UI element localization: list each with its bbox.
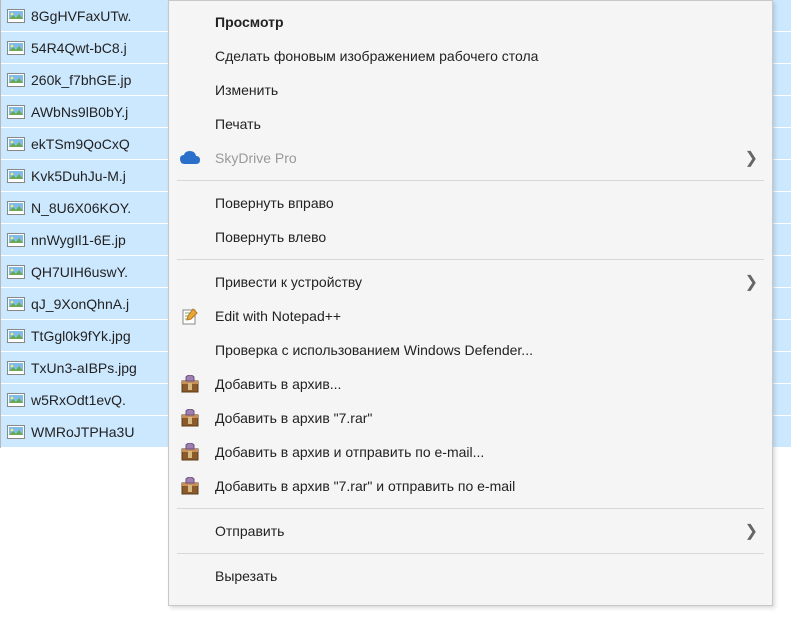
menu-item-skydrive[interactable]: SkyDrive Pro ❯: [169, 141, 772, 175]
menu-item-cast[interactable]: Привести к устройству ❯: [169, 265, 772, 299]
notepad-icon: [179, 305, 201, 327]
menu-item-add-email[interactable]: Добавить в архив и отправить по e-mail..…: [169, 435, 772, 469]
menu-item-edit[interactable]: Изменить: [169, 73, 772, 107]
menu-item-set-bg[interactable]: Сделать фоновым изображением рабочего ст…: [169, 39, 772, 73]
file-name: qJ_9XonQhnA.j: [31, 296, 129, 312]
menu-label: Добавить в архив "7.rar" и отправить по …: [215, 478, 515, 494]
menu-item-add-7rar-email[interactable]: Добавить в архив "7.rar" и отправить по …: [169, 469, 772, 503]
winrar-icon: [179, 475, 201, 497]
image-file-icon: [7, 9, 25, 23]
menu-label: Добавить в архив и отправить по e-mail..…: [215, 444, 484, 460]
menu-label: Отправить: [215, 523, 284, 539]
menu-label: К: [215, 593, 223, 594]
file-name: 54R4Qwt-bC8.j: [31, 40, 127, 56]
chevron-right-icon: ❯: [745, 148, 758, 168]
image-file-icon: [7, 169, 25, 183]
separator: [177, 180, 764, 181]
file-name: AWbNs9lB0bY.j: [31, 104, 128, 120]
image-file-icon: [7, 393, 25, 407]
menu-label: Изменить: [215, 82, 278, 98]
file-name: N_8U6X06KOY.: [31, 200, 131, 216]
file-name: TxUn3-aIBPs.jpg: [31, 360, 137, 376]
menu-label: Добавить в архив "7.rar": [215, 410, 372, 426]
menu-label: Вырезать: [215, 568, 277, 584]
image-file-icon: [7, 265, 25, 279]
menu-label: Повернуть вправо: [215, 195, 334, 211]
image-file-icon: [7, 233, 25, 247]
menu-label: Сделать фоновым изображением рабочего ст…: [215, 48, 538, 64]
image-file-icon: [7, 297, 25, 311]
menu-label: SkyDrive Pro: [215, 150, 297, 166]
menu-item-cut[interactable]: Вырезать: [169, 559, 772, 593]
file-name: 8GgHVFaxUTw.: [31, 8, 131, 24]
file-name: w5RxOdt1evQ.: [31, 392, 126, 408]
menu-label: Привести к устройству: [215, 274, 362, 290]
winrar-icon: [179, 373, 201, 395]
image-file-icon: [7, 73, 25, 87]
winrar-icon: [179, 441, 201, 463]
menu-item-send[interactable]: Отправить ❯: [169, 514, 772, 548]
menu-label: Повернуть влево: [215, 229, 326, 245]
file-name: TtGgl0k9fYk.jpg: [31, 328, 131, 344]
menu-item-view[interactable]: Просмотр: [169, 5, 772, 39]
file-name: WMRoJTPHa3U: [31, 424, 134, 440]
image-file-icon: [7, 105, 25, 119]
file-name: nnWygIl1-6E.jp: [31, 232, 126, 248]
menu-item-copy-partial[interactable]: К: [169, 593, 772, 601]
menu-item-add-7rar[interactable]: Добавить в архив "7.rar": [169, 401, 772, 435]
chevron-right-icon: ❯: [745, 521, 758, 541]
image-file-icon: [7, 201, 25, 215]
file-name: Kvk5DuhJu-M.j: [31, 168, 126, 184]
image-file-icon: [7, 41, 25, 55]
separator: [177, 259, 764, 260]
winrar-icon: [179, 407, 201, 429]
menu-item-defender[interactable]: Проверка с использованием Windows Defend…: [169, 333, 772, 367]
separator: [177, 553, 764, 554]
menu-item-print[interactable]: Печать: [169, 107, 772, 141]
file-name: ekTSm9QoCxQ: [31, 136, 130, 152]
menu-label: Просмотр: [215, 14, 284, 30]
file-name: 260k_f7bhGE.jp: [31, 72, 131, 88]
file-name: QH7UIH6uswY.: [31, 264, 128, 280]
image-file-icon: [7, 361, 25, 375]
menu-item-rotate-left[interactable]: Повернуть влево: [169, 220, 772, 254]
menu-label: Печать: [215, 116, 261, 132]
menu-item-rotate-right[interactable]: Повернуть вправо: [169, 186, 772, 220]
menu-item-notepad[interactable]: Edit with Notepad++: [169, 299, 772, 333]
menu-label: Добавить в архив...: [215, 376, 341, 392]
context-menu: Просмотр Сделать фоновым изображением ра…: [168, 0, 773, 606]
cloud-icon: [179, 147, 201, 169]
menu-label: Проверка с использованием Windows Defend…: [215, 342, 533, 358]
chevron-right-icon: ❯: [745, 272, 758, 292]
separator: [177, 508, 764, 509]
image-file-icon: [7, 137, 25, 151]
image-file-icon: [7, 425, 25, 439]
menu-item-add-archive[interactable]: Добавить в архив...: [169, 367, 772, 401]
menu-label: Edit with Notepad++: [215, 308, 341, 324]
image-file-icon: [7, 329, 25, 343]
